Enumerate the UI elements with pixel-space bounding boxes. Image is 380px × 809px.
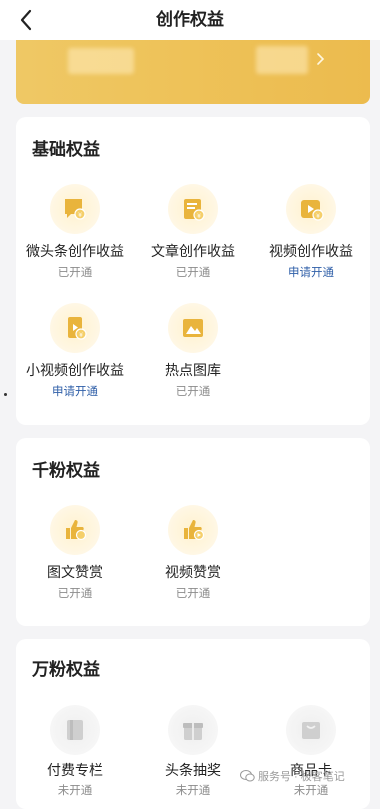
paid-column-icon [50,705,100,755]
benefit-microheadline[interactable]: ¥ 微头条创作收益 已开通 [16,184,134,284]
svg-text:¥: ¥ [79,332,83,339]
benefit-product-card[interactable]: 商品卡 未开通 [252,705,370,805]
section-title: 基础权益 [32,140,100,159]
benefit-status: 已开通 [175,267,211,279]
article-icon: ¥ [168,184,218,234]
benefit-label: 头条抽奖 [165,762,221,778]
benefit-paid-column[interactable]: 付费专栏 未开通 [16,705,134,805]
benefit-label: 图文赞赏 [47,564,103,580]
benefit-image-library[interactable]: 热点图库 已开通 [134,303,252,403]
video-icon: ¥ [286,184,336,234]
svg-text:¥: ¥ [197,213,201,220]
benefit-video[interactable]: ¥ 视频创作收益 申请开通 [252,184,370,284]
video-thumbs-up-icon [168,505,218,555]
chevron-right-icon [317,53,325,65]
product-card-icon [286,705,336,755]
thousand-fans-card: 千粉权益 图文赞赏 已开通 视频赞赏 已开通 [16,438,370,626]
apply-link[interactable]: 申请开通 [16,385,134,400]
benefit-label: 小视频创作收益 [26,362,124,378]
benefit-status: 已开通 [175,588,211,600]
benefit-lottery[interactable]: 头条抽奖 未开通 [134,705,252,805]
image-library-icon [168,303,218,353]
benefit-label: 视频赞赏 [165,564,221,580]
wechat-icon [240,770,255,782]
svg-text:¥: ¥ [78,212,82,219]
bullet-dot [4,393,7,396]
benefit-label: 热点图库 [165,362,221,378]
benefit-status: 已开通 [175,386,211,398]
benefit-label: 付费专栏 [47,762,103,778]
benefit-image-text-tip[interactable]: 图文赞赏 已开通 [16,505,134,605]
watermark-text: 服务号 · 极客笔记 [258,771,345,783]
benefit-label: 文章创作收益 [151,243,235,259]
benefit-status: 已开通 [57,267,93,279]
svg-text:¥: ¥ [316,213,320,220]
lottery-icon [168,705,218,755]
creator-banner[interactable] [16,40,370,104]
benefit-video-tip[interactable]: 视频赞赏 已开通 [134,505,252,605]
benefit-short-video[interactable]: ¥ 小视频创作收益 申请开通 [16,303,134,403]
short-video-icon: ¥ [50,303,100,353]
microheadline-icon: ¥ [50,184,100,234]
thumbs-up-icon [50,505,100,555]
section-title: 万粉权益 [32,660,100,679]
blurred-text [256,46,308,74]
section-title: 千粉权益 [32,461,100,480]
top-bar: 创作权益 [0,0,380,40]
basic-benefits-card: 基础权益 ¥ 微头条创作收益 已开通 ¥ 文章创作收益 已开通 ¥ 视频创作收益… [16,117,370,425]
page-title: 创作权益 [156,10,224,29]
benefit-article[interactable]: ¥ 文章创作收益 已开通 [134,184,252,284]
benefit-label: 视频创作收益 [269,243,353,259]
apply-link[interactable]: 申请开通 [252,266,370,281]
benefit-label: 微头条创作收益 [26,243,124,259]
watermark: 服务号 · 极客笔记 [240,770,345,784]
benefit-status: 已开通 [57,588,93,600]
blurred-text [68,48,134,74]
